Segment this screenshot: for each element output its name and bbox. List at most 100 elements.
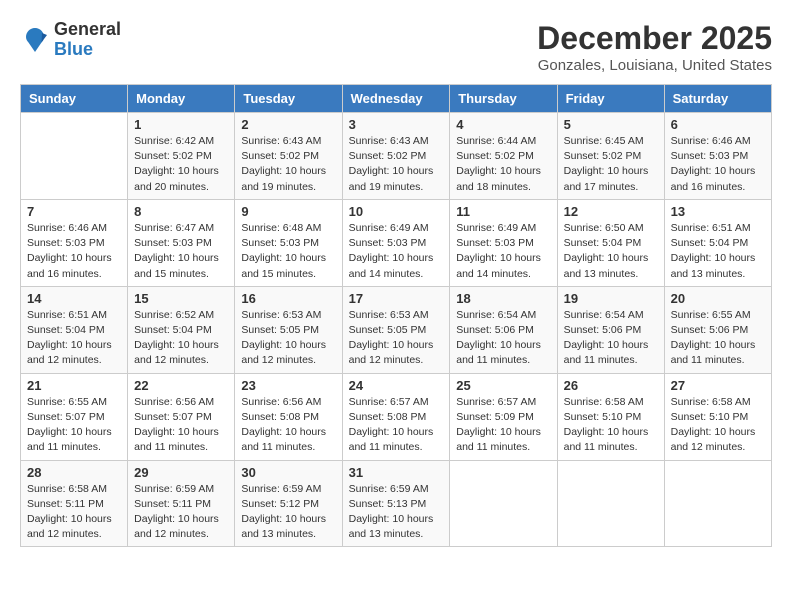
day-info: Sunrise: 6:56 AM Sunset: 5:08 PM Dayligh… xyxy=(241,395,335,456)
day-number: 25 xyxy=(456,378,550,393)
day-cell: 16 Sunrise: 6:53 AM Sunset: 5:05 PM Dayli… xyxy=(235,286,342,373)
day-cell: 14Sunrise: 6:51 AM Sunset: 5:04 PM Dayli… xyxy=(21,286,128,373)
day-number: 16 xyxy=(241,291,335,306)
day-cell: 19Sunrise: 6:54 AM Sunset: 5:06 PM Dayli… xyxy=(557,286,664,373)
day-cell: 9Sunrise: 6:48 AM Sunset: 5:03 PM Daylig… xyxy=(235,199,342,286)
day-cell xyxy=(664,460,771,547)
day-number: 19 xyxy=(564,291,658,306)
day-cell: 4Sunrise: 6:44 AM Sunset: 5:02 PM Daylig… xyxy=(450,113,557,200)
day-cell: 2 Sunrise: 6:43 AM Sunset: 5:02 PM Daylig… xyxy=(235,113,342,200)
day-cell xyxy=(21,113,128,200)
day-number: 11 xyxy=(456,204,550,219)
day-info: Sunrise: 6:59 AM Sunset: 5:12 PM Dayligh… xyxy=(241,482,335,543)
header-row: SundayMondayTuesdayWednesdayThursdayFrid… xyxy=(21,85,772,113)
day-info: Sunrise: 6:57 AM Sunset: 5:08 PM Dayligh… xyxy=(349,395,444,456)
day-number: 27 xyxy=(671,378,765,393)
column-header-thursday: Thursday xyxy=(450,85,557,113)
day-cell: 11Sunrise: 6:49 AM Sunset: 5:03 PM Dayli… xyxy=(450,199,557,286)
day-info: Sunrise: 6:43 AM Sunset: 5:02 PM Dayligh… xyxy=(349,134,444,195)
day-cell: 26 Sunrise: 6:58 AM Sunset: 5:10 PM Dayli… xyxy=(557,373,664,460)
day-cell: 21 Sunrise: 6:55 AM Sunset: 5:07 PM Dayli… xyxy=(21,373,128,460)
day-cell: 3 Sunrise: 6:43 AM Sunset: 5:02 PM Daylig… xyxy=(342,113,450,200)
column-header-wednesday: Wednesday xyxy=(342,85,450,113)
column-header-monday: Monday xyxy=(128,85,235,113)
day-cell: 20Sunrise: 6:55 AM Sunset: 5:06 PM Dayli… xyxy=(664,286,771,373)
day-cell: 12 Sunrise: 6:50 AM Sunset: 5:04 PM Dayli… xyxy=(557,199,664,286)
day-number: 31 xyxy=(349,465,444,480)
day-info: Sunrise: 6:58 AM Sunset: 5:10 PM Dayligh… xyxy=(564,395,658,456)
column-header-sunday: Sunday xyxy=(21,85,128,113)
day-number: 18 xyxy=(456,291,550,306)
day-number: 13 xyxy=(671,204,765,219)
day-number: 30 xyxy=(241,465,335,480)
day-number: 7 xyxy=(27,204,121,219)
day-number: 9 xyxy=(241,204,335,219)
day-info: Sunrise: 6:46 AM Sunset: 5:03 PM Dayligh… xyxy=(671,134,765,195)
month-title: December 2025 xyxy=(537,20,772,57)
day-number: 22 xyxy=(134,378,228,393)
day-cell: 5 Sunrise: 6:45 AM Sunset: 5:02 PM Daylig… xyxy=(557,113,664,200)
day-number: 5 xyxy=(564,117,658,132)
day-info: Sunrise: 6:59 AM Sunset: 5:13 PM Dayligh… xyxy=(349,482,444,543)
day-number: 23 xyxy=(241,378,335,393)
day-info: Sunrise: 6:50 AM Sunset: 5:04 PM Dayligh… xyxy=(564,221,658,282)
day-number: 29 xyxy=(134,465,228,480)
day-cell: 25 Sunrise: 6:57 AM Sunset: 5:09 PM Dayli… xyxy=(450,373,557,460)
week-row-2: 7Sunrise: 6:46 AM Sunset: 5:03 PM Daylig… xyxy=(21,199,772,286)
day-info: Sunrise: 6:51 AM Sunset: 5:04 PM Dayligh… xyxy=(671,221,765,282)
logo-blue-text: Blue xyxy=(54,39,93,59)
day-cell: 23 Sunrise: 6:56 AM Sunset: 5:08 PM Dayli… xyxy=(235,373,342,460)
day-cell: 29Sunrise: 6:59 AM Sunset: 5:11 PM Dayli… xyxy=(128,460,235,547)
day-cell xyxy=(557,460,664,547)
day-info: Sunrise: 6:53 AM Sunset: 5:05 PM Dayligh… xyxy=(349,308,444,369)
week-row-1: 1Sunrise: 6:42 AM Sunset: 5:02 PM Daylig… xyxy=(21,113,772,200)
week-row-3: 14Sunrise: 6:51 AM Sunset: 5:04 PM Dayli… xyxy=(21,286,772,373)
day-number: 24 xyxy=(349,378,444,393)
day-info: Sunrise: 6:44 AM Sunset: 5:02 PM Dayligh… xyxy=(456,134,550,195)
day-number: 21 xyxy=(27,378,121,393)
logo-general-text: General xyxy=(54,19,121,39)
day-number: 3 xyxy=(349,117,444,132)
day-number: 10 xyxy=(349,204,444,219)
calendar-header: SundayMondayTuesdayWednesdayThursdayFrid… xyxy=(21,85,772,113)
day-number: 20 xyxy=(671,291,765,306)
title-block: December 2025 Gonzales, Louisiana, Unite… xyxy=(537,20,772,74)
column-header-friday: Friday xyxy=(557,85,664,113)
day-cell xyxy=(450,460,557,547)
day-cell: 6 Sunrise: 6:46 AM Sunset: 5:03 PM Daylig… xyxy=(664,113,771,200)
location-text: Gonzales, Louisiana, United States xyxy=(537,57,772,74)
day-info: Sunrise: 6:45 AM Sunset: 5:02 PM Dayligh… xyxy=(564,134,658,195)
day-cell: 18Sunrise: 6:54 AM Sunset: 5:06 PM Dayli… xyxy=(450,286,557,373)
day-info: Sunrise: 6:57 AM Sunset: 5:09 PM Dayligh… xyxy=(456,395,550,456)
day-number: 14 xyxy=(27,291,121,306)
day-cell: 22 Sunrise: 6:56 AM Sunset: 5:07 PM Dayli… xyxy=(128,373,235,460)
day-info: Sunrise: 6:56 AM Sunset: 5:07 PM Dayligh… xyxy=(134,395,228,456)
day-info: Sunrise: 6:55 AM Sunset: 5:07 PM Dayligh… xyxy=(27,395,121,456)
day-number: 26 xyxy=(564,378,658,393)
day-number: 12 xyxy=(564,204,658,219)
day-info: Sunrise: 6:58 AM Sunset: 5:11 PM Dayligh… xyxy=(27,482,121,543)
day-cell: 15Sunrise: 6:52 AM Sunset: 5:04 PM Dayli… xyxy=(128,286,235,373)
day-cell: 24 Sunrise: 6:57 AM Sunset: 5:08 PM Dayli… xyxy=(342,373,450,460)
day-number: 17 xyxy=(349,291,444,306)
day-info: Sunrise: 6:58 AM Sunset: 5:10 PM Dayligh… xyxy=(671,395,765,456)
page-header: General Blue December 2025 Gonzales, Lou… xyxy=(20,20,772,74)
day-cell: 31 Sunrise: 6:59 AM Sunset: 5:13 PM Dayli… xyxy=(342,460,450,547)
day-number: 28 xyxy=(27,465,121,480)
day-cell: 28 Sunrise: 6:58 AM Sunset: 5:11 PM Dayli… xyxy=(21,460,128,547)
day-info: Sunrise: 6:52 AM Sunset: 5:04 PM Dayligh… xyxy=(134,308,228,369)
day-info: Sunrise: 6:53 AM Sunset: 5:05 PM Dayligh… xyxy=(241,308,335,369)
day-cell: 27 Sunrise: 6:58 AM Sunset: 5:10 PM Dayli… xyxy=(664,373,771,460)
day-cell: 1Sunrise: 6:42 AM Sunset: 5:02 PM Daylig… xyxy=(128,113,235,200)
day-cell: 17 Sunrise: 6:53 AM Sunset: 5:05 PM Dayli… xyxy=(342,286,450,373)
day-info: Sunrise: 6:42 AM Sunset: 5:02 PM Dayligh… xyxy=(134,134,228,195)
day-info: Sunrise: 6:43 AM Sunset: 5:02 PM Dayligh… xyxy=(241,134,335,195)
day-number: 6 xyxy=(671,117,765,132)
calendar-body: 1Sunrise: 6:42 AM Sunset: 5:02 PM Daylig… xyxy=(21,113,772,547)
calendar-table: SundayMondayTuesdayWednesdayThursdayFrid… xyxy=(20,84,772,547)
day-cell: 30 Sunrise: 6:59 AM Sunset: 5:12 PM Dayli… xyxy=(235,460,342,547)
day-number: 2 xyxy=(241,117,335,132)
day-cell: 13 Sunrise: 6:51 AM Sunset: 5:04 PM Dayli… xyxy=(664,199,771,286)
day-info: Sunrise: 6:47 AM Sunset: 5:03 PM Dayligh… xyxy=(134,221,228,282)
column-header-saturday: Saturday xyxy=(664,85,771,113)
